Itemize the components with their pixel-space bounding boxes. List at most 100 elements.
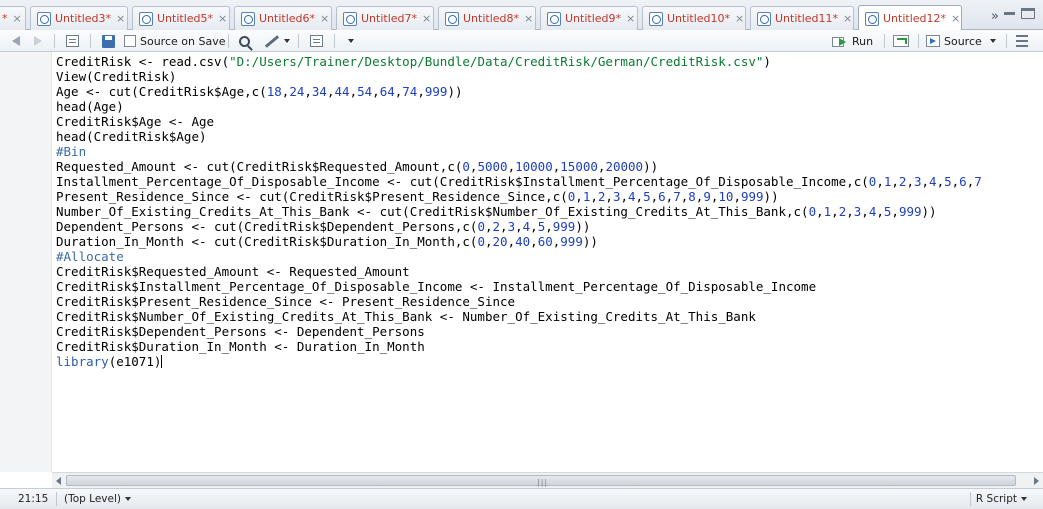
code-token: , (861, 204, 869, 219)
find-replace-button[interactable] (239, 33, 250, 49)
tab-untitled12[interactable]: Untitled12* × (858, 5, 962, 31)
run-button[interactable]: Run (832, 33, 873, 49)
code-token: , (846, 204, 854, 219)
tab-close-icon[interactable]: × (524, 12, 533, 25)
maximize-pane-icon[interactable] (1021, 8, 1035, 19)
back-button[interactable] (12, 33, 20, 49)
scroll-right-icon[interactable] (1034, 477, 1039, 485)
code-token: , (831, 204, 839, 219)
code-line[interactable]: 20CreditRisk$Duration_In_Month <- Durati… (56, 339, 1043, 354)
horizontal-scrollbar[interactable]: ||| (52, 472, 1043, 488)
tab-untitled3[interactable]: Untitled3* × (30, 6, 128, 30)
show-in-window-button[interactable] (66, 33, 79, 49)
code-line[interactable]: 12Dependent_Persons <- cut(CreditRisk$De… (56, 219, 1043, 234)
r-script-icon (37, 11, 51, 26)
code-line[interactable]: 11Number_Of_Existing_Credits_At_This_Ban… (56, 204, 1043, 219)
code-line[interactable]: 13Duration_In_Month <- cut(CreditRisk$Du… (56, 234, 1043, 249)
rerun-button[interactable] (893, 33, 913, 49)
checkbox-icon[interactable] (124, 35, 136, 47)
source-icon (926, 35, 940, 47)
tab-partial[interactable]: * × (0, 6, 26, 30)
file-type-menu[interactable]: R Script (976, 493, 1027, 505)
source-on-save-checkbox[interactable]: Source on Save (124, 33, 225, 49)
tab-close-icon[interactable]: × (626, 12, 635, 25)
code-token: , (484, 219, 493, 234)
code-line[interactable]: 4head(Age) (56, 99, 1043, 114)
code-line[interactable]: 16CreditRisk$Installment_Percentage_Of_D… (56, 279, 1043, 294)
code-token: 10000 (515, 159, 553, 174)
r-script-icon (241, 11, 255, 26)
tab-untitled10[interactable]: Untitled10* × (642, 6, 746, 30)
code-line[interactable]: 19CreditRisk$Dependent_Persons <- Depend… (56, 324, 1043, 339)
file-type-label: R Script (975, 493, 1017, 505)
tab-close-icon[interactable]: × (843, 12, 852, 25)
status-divider (56, 492, 57, 506)
code-token: )) (643, 159, 659, 174)
magic-wand-icon (264, 34, 280, 48)
scroll-left-icon[interactable] (56, 477, 61, 485)
code-token: 54 (357, 84, 373, 99)
tab-close-icon[interactable]: × (13, 12, 22, 25)
code-line[interactable]: 18CreditRisk$Number_Of_Existing_Credits_… (56, 309, 1043, 324)
tab-overflow-icon[interactable]: » (991, 9, 999, 24)
code-line[interactable]: 17CreditRisk$Present_Residence_Since <- … (56, 294, 1043, 309)
tab-label: * (2, 12, 8, 25)
tab-close-icon[interactable]: × (218, 12, 227, 25)
editor-tab-bar: * × Untitled3* × Untitled5* × Untitled6*… (0, 0, 1043, 31)
code-line[interactable]: 21library(e1071) (56, 354, 1043, 369)
scope-menu[interactable]: (Top Level) (64, 493, 131, 505)
compile-notebook-button[interactable] (310, 33, 323, 49)
code-tools-menu[interactable] (264, 33, 290, 49)
code-line[interactable]: 5CreditRisk$Age <- Age (56, 114, 1043, 129)
tab-untitled11[interactable]: Untitled11* × (750, 6, 854, 30)
toolbar-divider (90, 34, 91, 48)
r-script-icon (757, 11, 771, 26)
code-token: , (891, 174, 899, 189)
tab-untitled9[interactable]: Untitled9* × (540, 6, 638, 30)
code-token: CreditRisk$Installment_Percentage_Of_Dis… (56, 279, 817, 294)
tab-close-icon[interactable]: × (735, 12, 744, 25)
tab-untitled7[interactable]: Untitled7* × (336, 6, 434, 30)
code-token: , (936, 174, 945, 189)
minimize-pane-icon[interactable] (1004, 12, 1015, 15)
code-token: , (816, 204, 824, 219)
code-line[interactable]: 14#Allocate (56, 249, 1043, 264)
code-token: 999 (424, 84, 448, 99)
code-line[interactable]: 15CreditRisk$Requested_Amount <- Request… (56, 264, 1043, 279)
code-token: 999 (560, 234, 583, 249)
code-line[interactable]: 8Requested_Amount <- cut(CreditRisk$Requ… (56, 159, 1043, 174)
outline-button[interactable] (1016, 33, 1028, 49)
tab-close-icon[interactable]: × (422, 12, 431, 25)
run-icon (832, 35, 848, 47)
code-token: , (530, 234, 538, 249)
tab-close-icon[interactable]: × (951, 12, 960, 25)
code-token: )) (763, 189, 779, 204)
tab-label: Untitled6* (259, 12, 316, 25)
chevron-down-icon[interactable] (989, 39, 996, 43)
tab-untitled6[interactable]: Untitled6* × (234, 6, 332, 30)
code-line[interactable]: 2View(CreditRisk) (56, 69, 1043, 84)
code-line[interactable]: 6head(CreditRisk$Age) (56, 129, 1043, 144)
forward-button[interactable] (34, 33, 42, 49)
code-token: 999 (898, 204, 922, 219)
tab-close-icon[interactable]: × (116, 12, 125, 25)
toolbar-divider (334, 34, 335, 48)
code-token: 0 (477, 219, 485, 234)
tab-untitled8[interactable]: Untitled8* × (438, 6, 536, 30)
code-line[interactable]: 7#Bin (56, 144, 1043, 159)
more-options-menu[interactable] (344, 33, 354, 49)
code-line[interactable]: 9Installment_Percentage_Of_Disposable_In… (56, 174, 1043, 189)
scrollbar-thumb[interactable]: ||| (66, 475, 1016, 487)
tab-close-icon[interactable]: × (320, 12, 329, 25)
code-editor[interactable]: 1CreditRisk <- read.csv("D:/Users/Traine… (0, 52, 1043, 472)
show-in-window-icon (66, 35, 79, 47)
code-token: 7 (673, 189, 681, 204)
code-line[interactable]: 10 Present_Residence_Since <- cut(CreditR… (56, 189, 1043, 204)
code-line[interactable]: 3Age <- cut(CreditRisk$Age,c(18,24,34,44… (56, 84, 1043, 99)
code-token: 15000 (560, 159, 598, 174)
code-line[interactable]: 1CreditRisk <- read.csv("D:/Users/Traine… (56, 54, 1043, 69)
source-button[interactable]: Source (926, 33, 996, 49)
save-button[interactable] (102, 33, 115, 49)
tab-untitled5[interactable]: Untitled5* × (132, 6, 230, 30)
code-area[interactable]: 1CreditRisk <- read.csv("D:/Users/Traine… (56, 54, 1043, 472)
